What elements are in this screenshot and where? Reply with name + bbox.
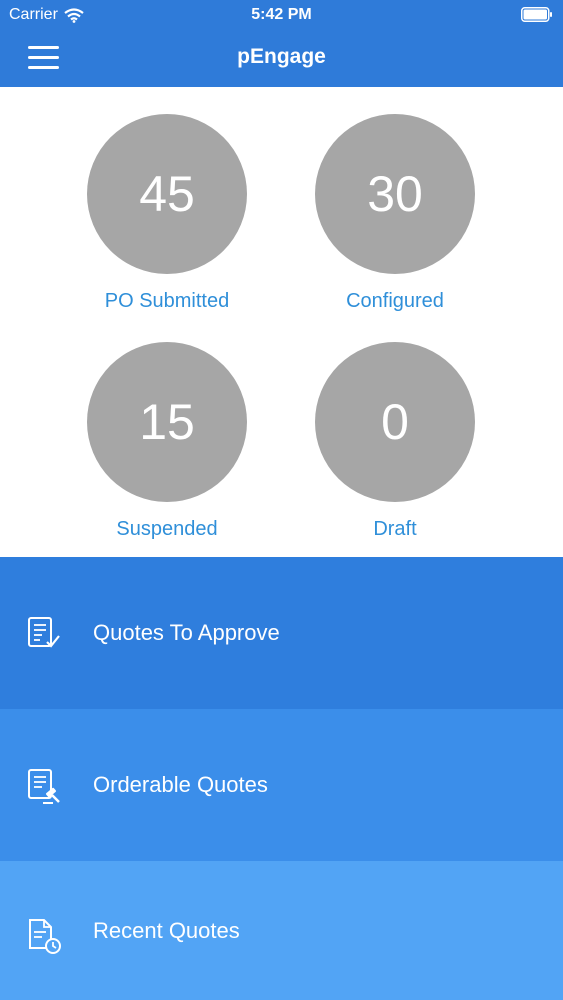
page-title: pEngage [237, 45, 326, 68]
menu-item-label: Recent Quotes [93, 917, 240, 943]
stat-po-submitted[interactable]: 45 PO Submitted [52, 114, 282, 313]
stat-label: PO Submitted [104, 290, 230, 312]
stat-suspended[interactable]: 15 Suspended [52, 342, 282, 541]
menu-list: Quotes To Approve Orderable Quotes Recen… [0, 557, 563, 1000]
stat-draft[interactable]: 0 Draft [280, 342, 510, 541]
app-header: Carrier 5:42 PM pEngage [0, 0, 563, 87]
stat-count: 30 [315, 114, 475, 274]
battery-icon [521, 7, 552, 22]
stat-label: Configured [346, 290, 444, 312]
stat-count: 0 [315, 342, 475, 502]
menu-item-label: Quotes To Approve [93, 620, 280, 645]
stat-label: Suspended [116, 518, 218, 540]
stat-label: Draft [373, 518, 417, 540]
stat-count: 45 [87, 114, 247, 274]
stat-configured[interactable]: 30 Configured [280, 114, 510, 313]
status-time: 5:42 PM [251, 6, 312, 23]
document-clock-icon [29, 919, 61, 954]
document-check-icon [28, 617, 60, 648]
stat-count: 15 [87, 342, 247, 502]
menu-item-recent-quotes[interactable]: Recent Quotes [0, 861, 563, 1000]
status-bar: Carrier 5:42 PM [0, 0, 563, 30]
menu-item-label: Orderable Quotes [93, 772, 268, 797]
menu-item-orderable-quotes[interactable]: Orderable Quotes [0, 709, 563, 861]
menu-item-quotes-to-approve[interactable]: Quotes To Approve [0, 557, 563, 709]
stats-panel: 45 PO Submitted 30 Configured 15 Suspend… [0, 87, 563, 557]
document-gavel-icon [28, 769, 60, 804]
